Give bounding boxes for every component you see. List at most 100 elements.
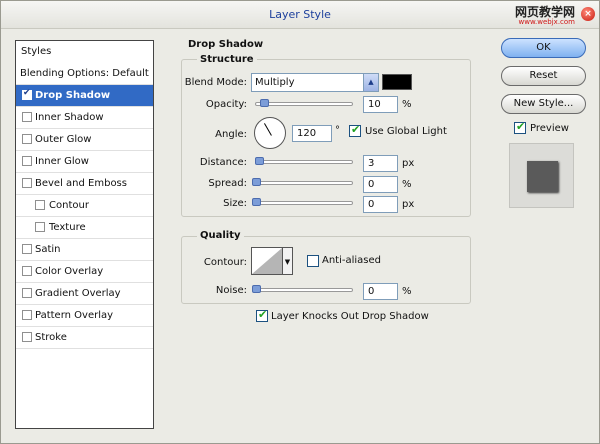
size-slider-track[interactable] [255, 201, 353, 205]
sidebar-item-label: Gradient Overlay [35, 288, 121, 299]
sidebar-item-label: Inner Glow [35, 156, 89, 167]
styles-list: Blending Options: Default ✔ Drop Shadow Inn… [15, 63, 154, 429]
contour-dropdown-icon[interactable]: ▼ [283, 247, 293, 275]
sidebar-item-label: Bevel and Emboss [35, 178, 127, 189]
quality-title: Quality [197, 230, 244, 241]
sidebar-item-label: Pattern Overlay [35, 310, 114, 321]
spread-slider-track[interactable] [255, 181, 353, 185]
sidebar-item-label: Satin [35, 244, 61, 255]
knockout-checkbox[interactable]: ✔ [256, 308, 268, 322]
use-global-light-label: Use Global Light [365, 126, 447, 137]
dialog-title: Layer Style [269, 8, 331, 21]
distance-slider-thumb[interactable] [255, 157, 264, 165]
preview-swatch [527, 161, 558, 192]
style-checkbox[interactable] [22, 134, 32, 144]
opacity-unit: % [402, 99, 412, 110]
checkmark-icon: ✔ [516, 120, 526, 133]
sidebar-item[interactable]: Texture [16, 217, 153, 239]
sidebar-item-label: Stroke [35, 332, 67, 343]
blend-mode-select[interactable]: Multiply ▲ [251, 73, 379, 92]
style-checkbox[interactable] [22, 332, 32, 342]
sidebar-item[interactable]: Pattern Overlay [16, 305, 153, 327]
distance-field[interactable]: 3 [363, 155, 398, 172]
sidebar-item[interactable]: Blending Options: Default [16, 63, 153, 85]
angle-dial-hand [264, 123, 272, 136]
title-bar[interactable]: Layer Style 网页教学网 www.webjx.com × [1, 1, 599, 29]
styles-header[interactable]: Styles [15, 40, 154, 64]
style-checkbox[interactable] [22, 178, 32, 188]
distance-slider-track[interactable] [255, 160, 353, 164]
shadow-color-swatch[interactable] [382, 74, 412, 90]
spread-label: Spread: [208, 178, 247, 189]
distance-unit: px [402, 158, 415, 169]
opacity-slider-track[interactable] [255, 102, 353, 106]
preview-thumbnail [509, 143, 574, 208]
sidebar-item[interactable]: Stroke [16, 327, 153, 349]
preview-checkbox[interactable]: ✔ [514, 120, 526, 134]
style-checkbox[interactable] [22, 156, 32, 166]
noise-slider-thumb[interactable] [252, 285, 261, 293]
distance-label: Distance: [199, 157, 247, 168]
sidebar-item-label: Outer Glow [35, 134, 92, 145]
ok-button[interactable]: OK [501, 38, 586, 58]
sidebar-item-label: Color Overlay [35, 266, 104, 277]
sidebar-item[interactable]: Gradient Overlay [16, 283, 153, 305]
size-label: Size: [223, 198, 247, 209]
new-style-button[interactable]: New Style... [501, 94, 586, 114]
style-checkbox[interactable] [22, 112, 32, 122]
spread-unit: % [402, 179, 412, 190]
sidebar-item-label: Texture [49, 222, 86, 233]
checkmark-icon: ✔ [351, 123, 361, 136]
style-checkbox[interactable] [22, 266, 32, 276]
layer-style-dialog: Layer Style 网页教学网 www.webjx.com × Styles… [0, 0, 600, 444]
use-global-light-checkbox[interactable]: ✔ [349, 123, 361, 137]
angle-label: Angle: [215, 129, 247, 140]
blend-mode-label: Blend Mode: [184, 77, 247, 88]
checkmark-icon: ✔ [23, 88, 31, 98]
angle-dial[interactable] [254, 117, 286, 149]
contour-curve-shape [252, 248, 282, 274]
knockout-label: Layer Knocks Out Drop Shadow [271, 311, 429, 322]
sidebar-item[interactable]: Bevel and Emboss [16, 173, 153, 195]
noise-unit: % [402, 286, 412, 297]
opacity-slider-thumb[interactable] [260, 99, 269, 107]
noise-label: Noise: [215, 285, 247, 296]
preview-label: Preview [530, 123, 569, 134]
style-checkbox[interactable] [35, 200, 45, 210]
size-field[interactable]: 0 [363, 196, 398, 213]
spread-field[interactable]: 0 [363, 176, 398, 193]
contour-preview[interactable] [251, 247, 283, 275]
select-arrow-icon: ▲ [363, 74, 378, 91]
spread-slider-thumb[interactable] [252, 178, 261, 186]
reset-button[interactable]: Reset [501, 66, 586, 86]
sidebar-item[interactable]: Outer Glow [16, 129, 153, 151]
sidebar-item-label: Contour [49, 200, 89, 211]
anti-aliased-label: Anti-aliased [322, 255, 382, 266]
noise-slider-track[interactable] [255, 288, 353, 292]
sidebar-item[interactable]: Contour [16, 195, 153, 217]
style-checkbox[interactable] [35, 222, 45, 232]
opacity-field[interactable]: 10 [363, 96, 398, 113]
sidebar-item[interactable]: Inner Glow [16, 151, 153, 173]
structure-title: Structure [197, 54, 257, 65]
sidebar-item[interactable]: Satin [16, 239, 153, 261]
sidebar-item[interactable]: Inner Shadow [16, 107, 153, 129]
sidebar-item-label: Drop Shadow [35, 90, 111, 101]
angle-unit: ° [335, 125, 340, 136]
sidebar-item[interactable]: Color Overlay [16, 261, 153, 283]
size-unit: px [402, 199, 415, 210]
style-checkbox[interactable] [22, 244, 32, 254]
anti-aliased-checkbox[interactable] [307, 255, 319, 267]
size-slider-thumb[interactable] [252, 198, 261, 206]
sidebar-item-label: Blending Options: Default [20, 68, 149, 79]
style-checkbox[interactable]: ✔ [22, 88, 32, 100]
angle-field[interactable]: 120 [292, 125, 332, 142]
opacity-label: Opacity: [205, 99, 247, 110]
blend-mode-value: Multiply [255, 77, 295, 88]
noise-field[interactable]: 0 [363, 283, 398, 300]
style-checkbox[interactable] [22, 288, 32, 298]
style-checkbox[interactable] [22, 310, 32, 320]
close-icon[interactable]: × [581, 7, 595, 21]
watermark-url: www.webjx.com [518, 18, 576, 26]
sidebar-item[interactable]: ✔ Drop Shadow [16, 85, 153, 107]
